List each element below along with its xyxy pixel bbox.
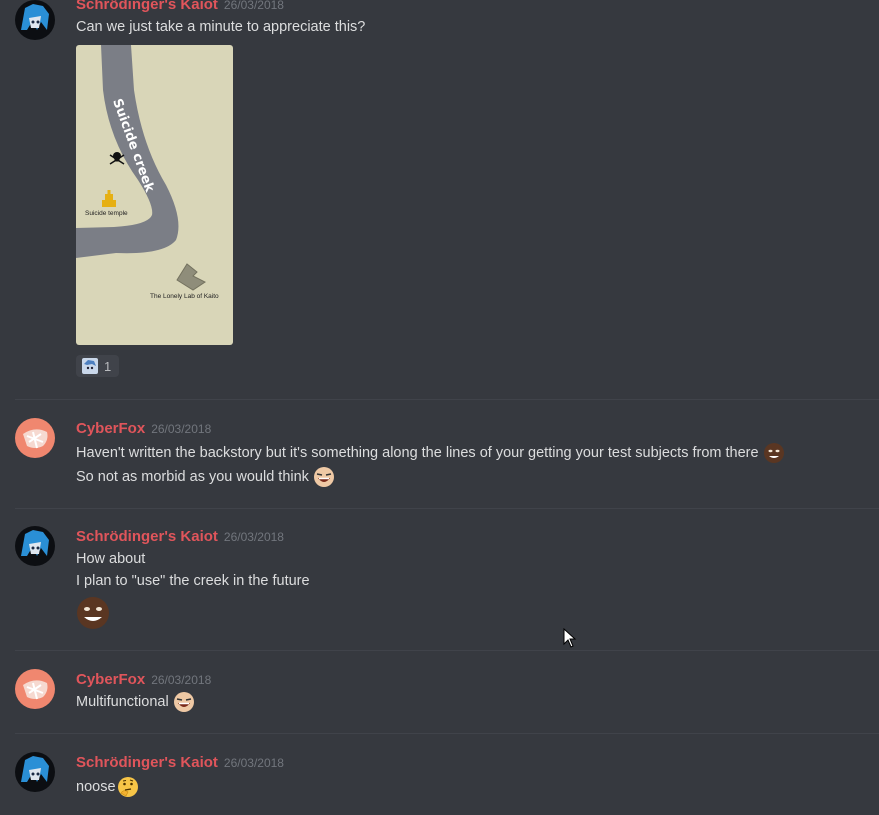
message-header: Schrödinger's Kaiot 26/03/2018 [76,754,284,772]
timestamp: 26/03/2018 [151,673,212,687]
message-divider [15,399,879,400]
avatar[interactable] [15,526,55,566]
reaction-count: 1 [104,358,112,374]
message-line: noose [76,779,116,795]
message-divider [15,508,879,509]
thinking-face-emoji-icon [117,777,138,797]
message-text: noose [76,776,139,798]
map-label-lab: The Lonely Lab of Kaito [150,293,219,300]
message-text: How about [76,551,146,567]
kaiot-avatar-image [15,526,55,566]
message-text: Can we just take a minute to appreciate … [76,19,366,35]
man-face-emoji-icon [763,443,784,463]
username[interactable]: Schrödinger's Kaiot [76,0,218,13]
message-text: Multifunctional [76,691,195,713]
mouse-cursor-icon [563,628,577,648]
username[interactable]: Schrödinger's Kaiot [76,754,218,771]
timestamp: 26/03/2018 [223,0,284,12]
laughing-face-emoji-icon [313,467,334,487]
kaiot-avatar-image [15,0,55,40]
message-line: Multifunctional [76,694,169,710]
message-line: So not as morbid as you would think [76,469,309,485]
kaiot-avatar-image [15,752,55,792]
message-line: Haven't written the backstory but it's s… [76,445,759,461]
cyberfox-avatar-image [15,669,55,709]
message-header: Schrödinger's Kaiot 26/03/2018 [76,528,284,546]
avatar[interactable] [15,0,55,40]
username[interactable]: CyberFox [76,671,145,688]
man-face-emoji-icon [77,597,109,629]
message-text: So not as morbid as you would think [76,466,335,488]
message-text: Haven't written the backstory but it's s… [76,442,785,464]
reaction-button[interactable]: 1 [76,355,119,377]
message-header: CyberFox 26/03/2018 [76,420,211,438]
username[interactable]: Schrödinger's Kaiot [76,528,218,545]
map-label-temple: Suicide temple [85,210,128,217]
cyberfox-avatar-image [15,418,55,458]
username[interactable]: CyberFox [76,420,145,437]
timestamp: 26/03/2018 [151,422,212,436]
image-attachment[interactable]: Suicide creek Suicide temple The Lonely … [76,45,233,345]
message-header: CyberFox 26/03/2018 [76,671,211,689]
timestamp: 26/03/2018 [223,530,284,544]
laughing-face-emoji-icon [173,692,194,712]
message-header: Schrödinger's Kaiot 26/03/2018 [76,0,284,14]
timestamp: 26/03/2018 [223,756,284,770]
anime-face-emoji-icon [82,358,98,374]
avatar[interactable] [15,669,55,709]
message-divider [15,650,879,651]
message-divider [15,733,879,734]
message-text: I plan to "use" the creek in the future [76,573,310,589]
avatar[interactable] [15,418,55,458]
avatar[interactable] [15,752,55,792]
